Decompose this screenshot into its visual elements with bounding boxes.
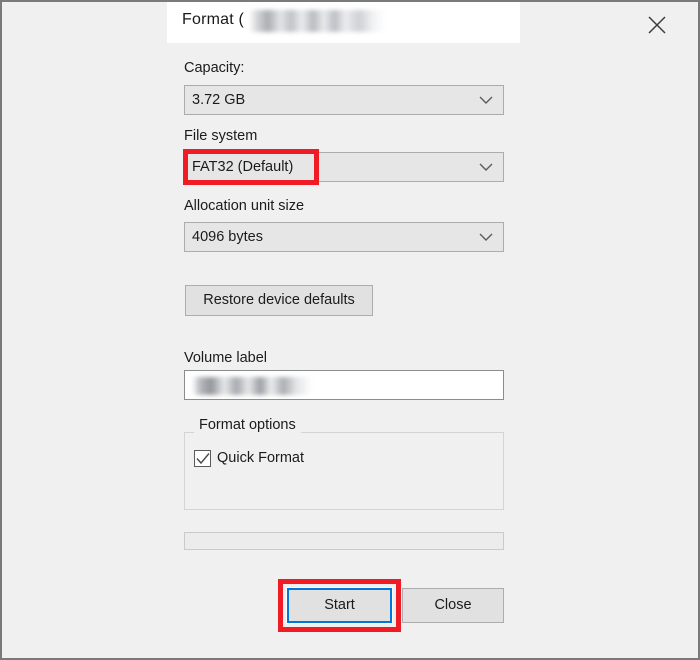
format-options-legend: Format options	[194, 417, 301, 433]
start-button[interactable]: Start	[286, 587, 393, 624]
volume-label-input[interactable]	[184, 370, 504, 400]
dialog-title: Format (	[182, 11, 245, 28]
format-progress-bar	[184, 532, 504, 550]
capacity-label: Capacity:	[184, 60, 245, 76]
volume-label-label: Volume label	[184, 350, 268, 366]
chevron-down-icon	[470, 223, 502, 251]
capacity-combo[interactable]: 3.72 GB	[184, 85, 504, 115]
format-dialog-window: Format ( Capacity: 3.72 GB File system F…	[0, 0, 700, 660]
chevron-down-icon	[470, 86, 502, 114]
capacity-value: 3.72 GB	[192, 92, 246, 108]
quick-format-label: Quick Format	[217, 450, 305, 466]
volume-label-redacted-text	[192, 377, 312, 395]
file-system-value: FAT32 (Default)	[192, 159, 294, 175]
allocation-unit-size-label: Allocation unit size	[184, 198, 305, 214]
chevron-down-icon	[470, 153, 502, 181]
title-bar: Format (	[167, 2, 666, 43]
file-system-combo[interactable]: FAT32 (Default)	[184, 152, 504, 182]
allocation-unit-size-value: 4096 bytes	[192, 229, 263, 245]
close-window-button[interactable]	[634, 2, 680, 42]
dialog-title-redacted-text	[249, 10, 385, 32]
close-button[interactable]: Close	[402, 588, 504, 623]
file-system-label: File system	[184, 128, 258, 144]
quick-format-checkbox[interactable]	[194, 450, 211, 467]
allocation-unit-size-combo[interactable]: 4096 bytes	[184, 222, 504, 252]
format-options-group	[184, 432, 504, 510]
restore-device-defaults-button[interactable]: Restore device defaults	[185, 285, 373, 316]
